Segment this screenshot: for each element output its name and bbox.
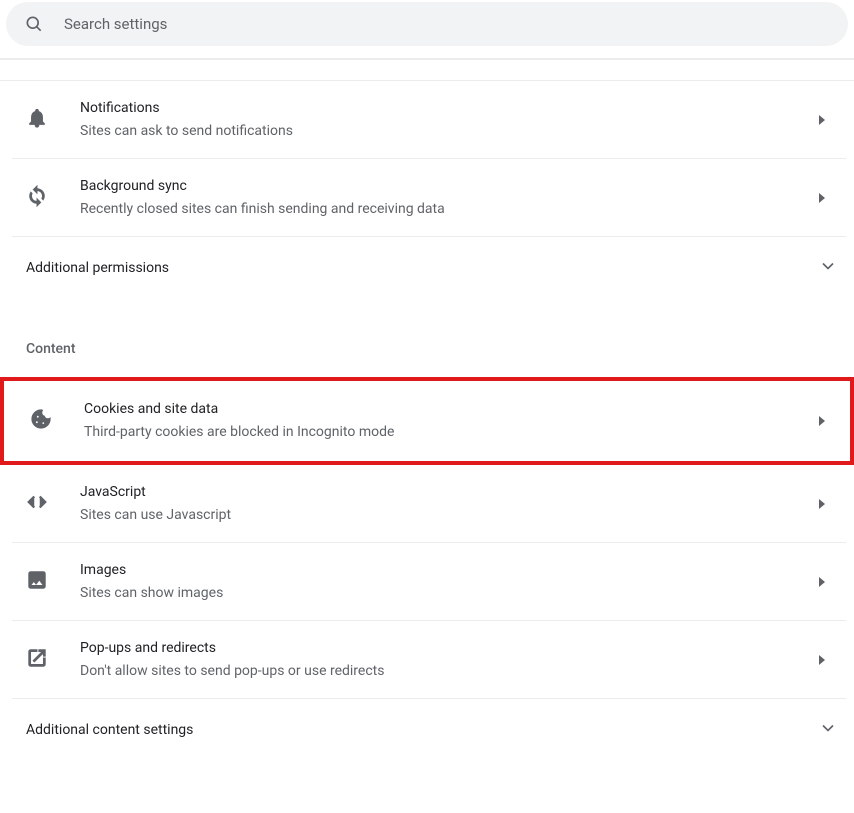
row-javascript[interactable]: JavaScript Sites can use Javascript bbox=[12, 465, 846, 543]
row-additional-content[interactable]: Additional content settings bbox=[12, 699, 846, 761]
notifications-subtitle: Sites can ask to send notifications bbox=[80, 121, 806, 142]
content-section-header: Content bbox=[12, 299, 846, 377]
chevron-down-icon bbox=[818, 261, 838, 280]
chevron-down-icon bbox=[818, 723, 838, 742]
bell-icon bbox=[26, 107, 48, 133]
notifications-title: Notifications bbox=[80, 98, 806, 119]
sync-icon bbox=[26, 185, 48, 211]
javascript-title: JavaScript bbox=[80, 482, 806, 503]
row-images[interactable]: Images Sites can show images bbox=[12, 543, 846, 621]
chevron-right-icon bbox=[819, 416, 825, 426]
image-icon bbox=[26, 569, 48, 595]
search-bar[interactable] bbox=[6, 2, 848, 46]
highlighted-cookies: Cookies and site data Third-party cookie… bbox=[0, 377, 854, 465]
popups-subtitle: Don't allow sites to send pop-ups or use… bbox=[80, 661, 806, 682]
additional-permissions-label: Additional permissions bbox=[26, 260, 818, 276]
row-additional-permissions[interactable]: Additional permissions bbox=[12, 237, 846, 299]
popup-icon bbox=[26, 647, 48, 673]
code-icon bbox=[26, 491, 48, 517]
chevron-right-icon bbox=[819, 193, 825, 203]
row-background-sync[interactable]: Background sync Recently closed sites ca… bbox=[12, 159, 846, 237]
images-subtitle: Sites can show images bbox=[80, 583, 806, 604]
cookies-subtitle: Third-party cookies are blocked in Incog… bbox=[84, 422, 806, 443]
background-sync-subtitle: Recently closed sites can finish sending… bbox=[80, 199, 806, 220]
chevron-right-icon bbox=[819, 577, 825, 587]
row-notifications[interactable]: Notifications Sites can ask to send noti… bbox=[12, 81, 846, 159]
background-sync-title: Background sync bbox=[80, 176, 806, 197]
search-icon bbox=[24, 14, 44, 34]
cookies-title: Cookies and site data bbox=[84, 399, 806, 420]
row-cookies[interactable]: Cookies and site data Third-party cookie… bbox=[12, 381, 846, 461]
chevron-right-icon bbox=[819, 115, 825, 125]
cookie-icon bbox=[30, 408, 52, 434]
search-input[interactable] bbox=[64, 15, 830, 33]
chevron-right-icon bbox=[819, 499, 825, 509]
popups-title: Pop-ups and redirects bbox=[80, 638, 806, 659]
chevron-right-icon bbox=[819, 655, 825, 665]
javascript-subtitle: Sites can use Javascript bbox=[80, 505, 806, 526]
row-popups[interactable]: Pop-ups and redirects Don't allow sites … bbox=[12, 621, 846, 699]
top-divider bbox=[0, 59, 854, 81]
images-title: Images bbox=[80, 560, 806, 581]
additional-content-label: Additional content settings bbox=[26, 722, 818, 738]
